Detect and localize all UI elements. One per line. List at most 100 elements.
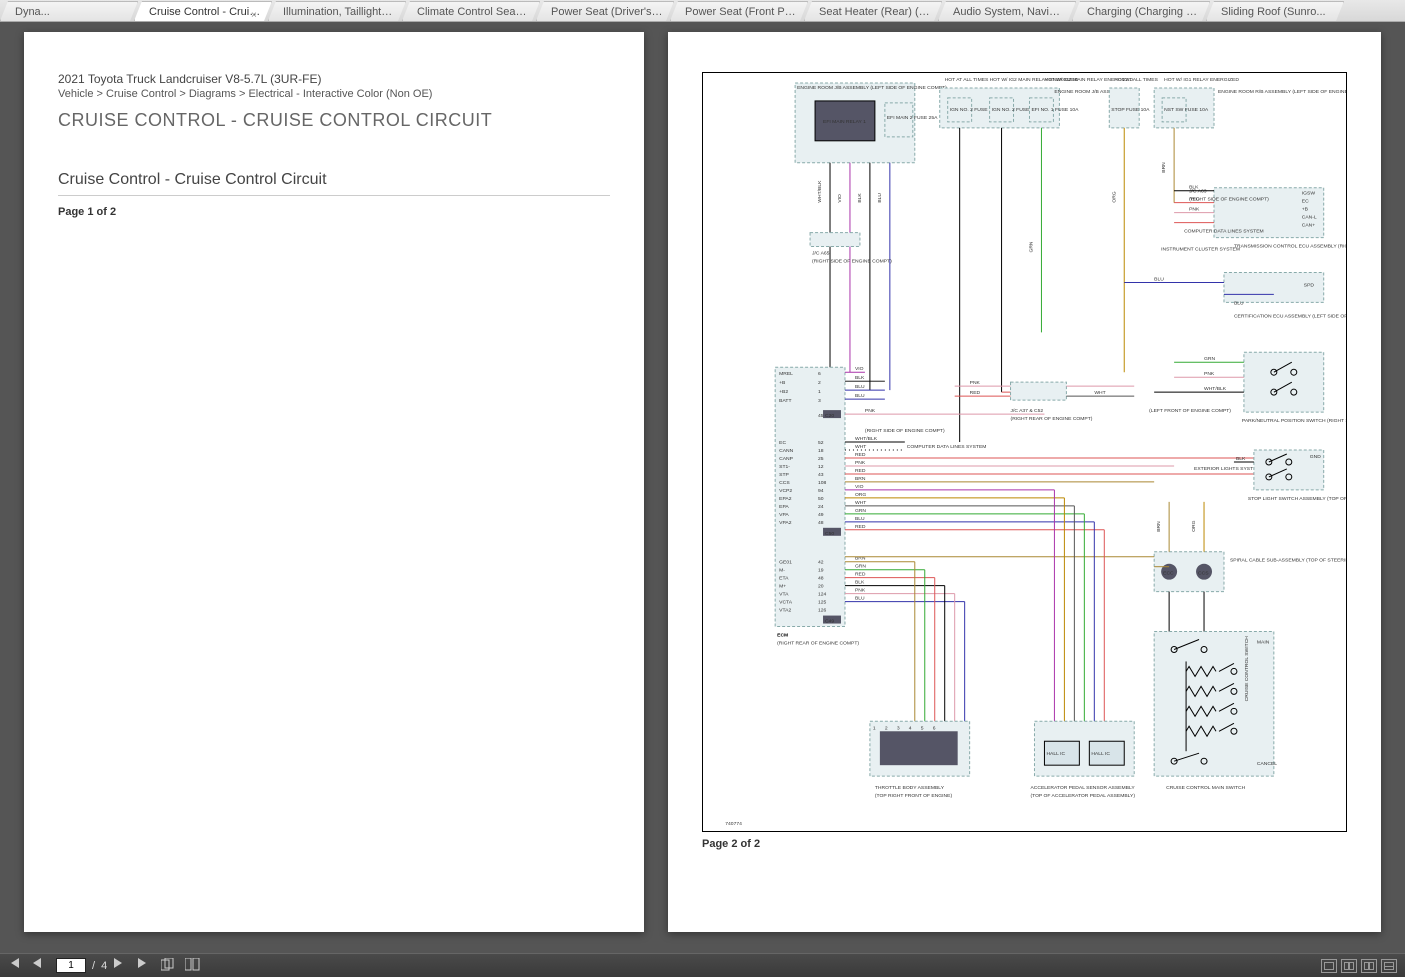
svg-text:WHT: WHT: [855, 444, 866, 450]
svg-text:BLU: BLU: [1154, 276, 1164, 282]
svg-text:PNK: PNK: [865, 408, 876, 414]
svg-text:COMPUTER DATA LINES SYSTEM: COMPUTER DATA LINES SYSTEM: [1184, 229, 1264, 235]
svg-text:ENGINE ROOM J/B ASSEMBLY (LEFT: ENGINE ROOM J/B ASSEMBLY (LEFT SIDE OF E…: [797, 85, 947, 91]
svg-text:STOP FUSE 10A: STOP FUSE 10A: [1111, 107, 1150, 113]
svg-text:PNK: PNK: [855, 460, 866, 466]
svg-text:125: 125: [818, 600, 827, 606]
page-label: Page 2 of 2: [702, 838, 1347, 850]
svg-text:42: 42: [818, 560, 824, 566]
svg-text:VIO: VIO: [855, 366, 864, 372]
svg-text:ORG: ORG: [1111, 191, 1117, 202]
svg-text:WHT: WHT: [855, 500, 866, 506]
tab-climate-seat[interactable]: Climate Control Seat, ...: [402, 1, 540, 21]
last-page-button[interactable]: [137, 958, 155, 974]
svg-text:RED: RED: [970, 390, 981, 396]
view-grid-icon[interactable]: [1381, 959, 1397, 973]
svg-text:4: 4: [909, 725, 912, 731]
svg-text:CRUISE CONTROL MAIN SWITCH: CRUISE CONTROL MAIN SWITCH: [1166, 785, 1245, 791]
svg-text:(RIGHT SIDE OF ENGINE COMPT): (RIGHT SIDE OF ENGINE COMPT): [865, 428, 945, 434]
svg-text:ECM: ECM: [777, 633, 788, 639]
view-continuous-icon[interactable]: [1361, 959, 1377, 973]
svg-text:BLK: BLK: [855, 580, 865, 586]
svg-text:M+: M+: [779, 584, 786, 590]
svg-text:124: 124: [818, 592, 827, 598]
section-title: Cruise Control - Cruise Control Circuit: [58, 171, 610, 196]
svg-text:VPA2: VPA2: [779, 520, 792, 526]
page-number-input[interactable]: [56, 958, 86, 973]
svg-text:(RIGHT SIDE OF ENGINE COMPT): (RIGHT SIDE OF ENGINE COMPT): [1189, 197, 1269, 203]
content-area: 2021 Toyota Truck Landcruiser V8-5.7L (3…: [0, 22, 1405, 953]
svg-text:45: 45: [818, 413, 824, 419]
svg-text:EFI MAIN 2 FUSE 25A: EFI MAIN 2 FUSE 25A: [887, 115, 938, 121]
tab-charging[interactable]: Charging (Charging Sy...: [1072, 1, 1210, 21]
tab-illumination[interactable]: Illumination, Taillight (...: [268, 1, 406, 21]
tab-cruise-control[interactable]: Cruise Control - Cruise ...×: [134, 1, 272, 21]
tab-dyna[interactable]: Dyna...: [0, 1, 138, 21]
svg-text:2: 2: [818, 380, 821, 386]
tab-label: Power Seat (Driver's ...: [551, 6, 664, 18]
diagram-svg: ENGINE ROOM J/B ASSEMBLY (LEFT SIDE OF E…: [703, 73, 1346, 831]
svg-text:TRANSMISSION CONTROL ECU ASSEM: TRANSMISSION CONTROL ECU ASSEMBLY (RIGHT…: [1234, 244, 1346, 250]
tab-power-seat-driver[interactable]: Power Seat (Driver's ...: [536, 1, 674, 21]
svg-text:(TOP OF ACCELERATOR PEDAL ASSE: (TOP OF ACCELERATOR PEDAL ASSEMBLY): [1030, 793, 1135, 799]
tab-seat-heater[interactable]: Seat Heater (Rear) (S...: [804, 1, 942, 21]
page-label: Page 1 of 2: [58, 206, 610, 218]
svg-text:+B: +B: [779, 380, 786, 386]
svg-text:CCS: CCS: [779, 480, 790, 486]
tab-label: Dyna...: [15, 6, 50, 18]
svg-text:ST1-: ST1-: [779, 464, 790, 470]
page-1: 2021 Toyota Truck Landcruiser V8-5.7L (3…: [24, 32, 644, 932]
svg-text:ORG: ORG: [1191, 520, 1197, 531]
tab-power-seat-pass[interactable]: Power Seat (Front Pa...: [670, 1, 808, 21]
first-page-button[interactable]: [8, 958, 26, 974]
svg-text:3: 3: [818, 398, 821, 404]
next-page-button[interactable]: [113, 958, 131, 974]
tab-sunroof[interactable]: Sliding Roof (Sunro...: [1206, 1, 1344, 21]
tab-label: Audio System, Naviga...: [953, 6, 1070, 18]
view-single-icon[interactable]: [1321, 959, 1337, 973]
wiring-diagram: ENGINE ROOM J/B ASSEMBLY (LEFT SIDE OF E…: [702, 72, 1347, 832]
svg-text:(LEFT FRONT OF ENGINE COMPT): (LEFT FRONT OF ENGINE COMPT): [1149, 408, 1231, 414]
svg-text:BLU: BLU: [877, 193, 883, 203]
svg-text:GRN: GRN: [855, 564, 866, 570]
page-2: ENGINE ROOM J/B ASSEMBLY (LEFT SIDE OF E…: [668, 32, 1381, 932]
svg-text:(RIGHT REAR OF ENGINE COMPT): (RIGHT REAR OF ENGINE COMPT): [1011, 416, 1093, 422]
svg-text:INSTRUMENT CLUSTER SYSTEM: INSTRUMENT CLUSTER SYSTEM: [1161, 247, 1240, 253]
svg-text:GRN: GRN: [1028, 241, 1034, 252]
view-facing-icon[interactable]: [1341, 959, 1357, 973]
svg-text:52: 52: [818, 440, 824, 446]
svg-text:NST SW FUSE 10A: NST SW FUSE 10A: [1164, 107, 1209, 113]
tab-label: Climate Control Seat, ...: [417, 6, 534, 18]
toolbar-pages-icon[interactable]: [161, 958, 179, 974]
close-icon[interactable]: ×: [251, 6, 261, 16]
svg-text:740774: 740774: [725, 821, 742, 827]
page-title: CRUISE CONTROL - CRUISE CONTROL CIRCUIT: [58, 110, 610, 131]
svg-text:48: 48: [818, 520, 824, 526]
svg-text:BLK: BLK: [855, 375, 865, 381]
svg-text:RED: RED: [855, 524, 866, 530]
svg-text:HOT AT ALL TIMES: HOT AT ALL TIMES: [945, 77, 989, 83]
toolbar-pages-icon-2[interactable]: [185, 958, 203, 974]
svg-text:CRUISE CONTROL SWITCH: CRUISE CONTROL SWITCH: [1244, 636, 1250, 702]
page-separator: /: [92, 960, 95, 972]
svg-text:EFI NO. 1 FUSE 10A: EFI NO. 1 FUSE 10A: [1031, 107, 1079, 113]
svg-text:(TOP RIGHT FRONT OF ENGINE): (TOP RIGHT FRONT OF ENGINE): [875, 793, 953, 799]
svg-text:CANCEL: CANCEL: [1257, 761, 1277, 767]
tab-label: Power Seat (Front Pa...: [685, 6, 800, 18]
prev-page-button[interactable]: [32, 958, 50, 974]
svg-text:EPA2: EPA2: [779, 496, 792, 502]
svg-text:BATT: BATT: [779, 398, 791, 404]
svg-text:ETA: ETA: [779, 576, 789, 582]
svg-text:CANP: CANP: [779, 456, 793, 462]
svg-text:+B: +B: [1302, 207, 1309, 213]
svg-text:3: 3: [897, 725, 900, 731]
svg-text:GND: GND: [1310, 454, 1321, 460]
svg-text:THROTTLE BODY ASSEMBLY: THROTTLE BODY ASSEMBLY: [875, 785, 945, 791]
svg-text:94: 94: [818, 488, 824, 494]
svg-text:BLU: BLU: [855, 516, 865, 522]
tab-audio[interactable]: Audio System, Naviga...: [938, 1, 1076, 21]
svg-text:EC: EC: [1302, 199, 1309, 205]
svg-text:6: 6: [933, 725, 936, 731]
svg-text:PNK: PNK: [970, 380, 981, 386]
svg-text:VPA: VPA: [779, 512, 789, 518]
